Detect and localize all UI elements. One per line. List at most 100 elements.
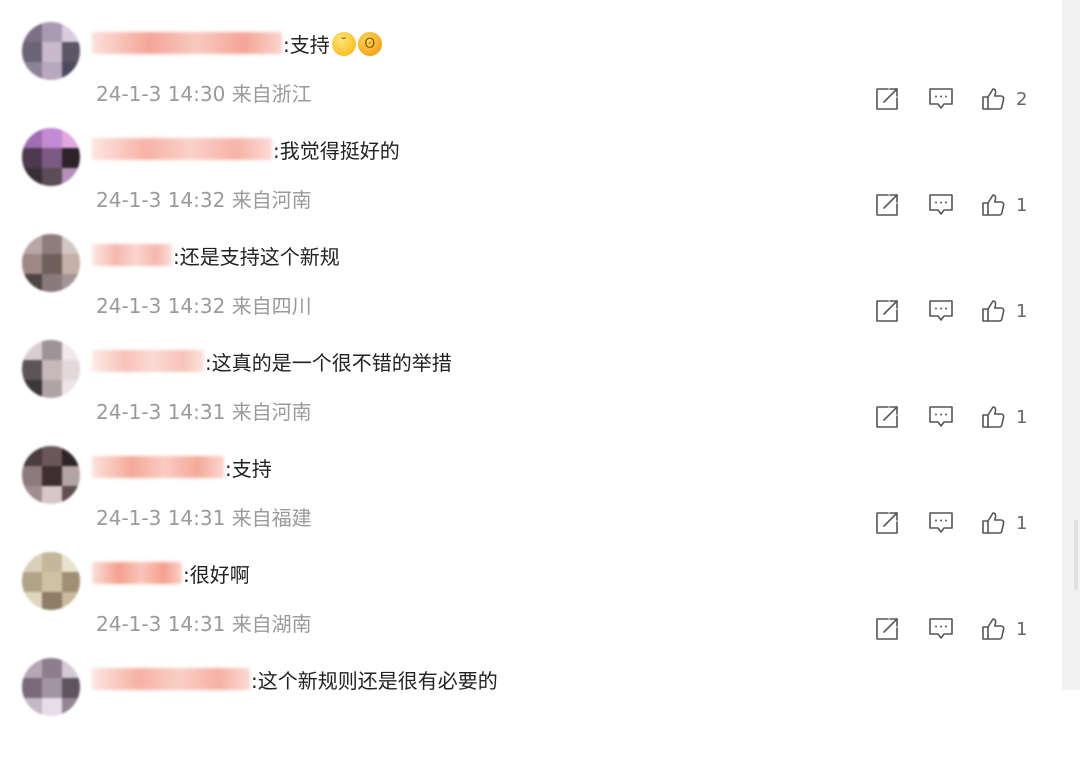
avatar-pixel bbox=[42, 360, 62, 380]
comment-text: :还是支持这个新规 bbox=[173, 244, 340, 269]
comment-location: 来自浙江 bbox=[231, 82, 312, 106]
avatar-pixel bbox=[62, 466, 80, 486]
avatar-pixel bbox=[42, 658, 62, 678]
avatar-pixel bbox=[42, 446, 62, 466]
comment-text: :我觉得挺好的 bbox=[273, 138, 400, 163]
comment-timestamp: 24-1-3 14:32 bbox=[96, 188, 226, 212]
comment-timestamp: 24-1-3 14:32 bbox=[96, 294, 226, 318]
avatar[interactable] bbox=[22, 552, 80, 610]
username-redacted[interactable] bbox=[92, 32, 282, 54]
avatar-pixel bbox=[22, 486, 42, 504]
avatar-pixel bbox=[62, 168, 80, 186]
comment-text: :这真的是一个很不错的举措 bbox=[205, 350, 452, 375]
like-count: 1 bbox=[1016, 194, 1028, 216]
reply-icon[interactable] bbox=[924, 506, 958, 540]
username-redacted[interactable] bbox=[92, 138, 272, 160]
reply-icon[interactable] bbox=[924, 188, 958, 222]
avatar-pixel bbox=[62, 592, 80, 610]
comment-item: :还是支持这个新规 24-1-3 14:32 来自四川 1 bbox=[0, 234, 1062, 340]
comment-timestamp: 24-1-3 14:30 bbox=[96, 82, 226, 106]
avatar[interactable] bbox=[22, 340, 80, 398]
avatar-pixel bbox=[22, 274, 42, 292]
comment-location: 来自福建 bbox=[231, 506, 312, 530]
username-redacted[interactable] bbox=[92, 244, 172, 266]
avatar-pixel bbox=[62, 22, 80, 42]
avatar[interactable] bbox=[22, 22, 80, 80]
username-redacted[interactable] bbox=[92, 350, 204, 372]
avatar-pixel bbox=[42, 592, 62, 610]
comment-timestamp: 24-1-3 14:31 bbox=[96, 506, 226, 530]
comment-item: :支持 24-1-3 14:31 来自福建 1 bbox=[0, 446, 1062, 552]
share-icon[interactable] bbox=[870, 612, 904, 646]
like-count: 1 bbox=[1016, 618, 1028, 640]
avatar-pixel bbox=[62, 678, 80, 698]
comment-meta: 24-1-3 14:31 来自湖南 bbox=[96, 608, 312, 637]
like-icon[interactable] bbox=[976, 188, 1010, 222]
comment-item: :很好啊 24-1-3 14:31 来自湖南 1 bbox=[0, 552, 1062, 658]
avatar-pixel bbox=[42, 254, 62, 274]
comment-content: :还是支持这个新规 bbox=[92, 240, 340, 270]
avatar[interactable] bbox=[22, 446, 80, 504]
comment-actions: 2 bbox=[870, 82, 1028, 116]
comment-meta: 24-1-3 14:30 来自浙江 bbox=[96, 78, 312, 107]
comment-location: 来自河南 bbox=[231, 188, 312, 212]
comment-item: :我觉得挺好的 24-1-3 14:32 来自河南 1 bbox=[0, 128, 1062, 234]
comment-meta: 24-1-3 14:31 来自福建 bbox=[96, 502, 312, 531]
avatar-pixel bbox=[42, 274, 62, 292]
avatar[interactable] bbox=[22, 234, 80, 292]
avatar[interactable] bbox=[22, 658, 80, 716]
avatar-pixel bbox=[22, 678, 42, 698]
avatar-pixel bbox=[22, 340, 42, 360]
share-icon[interactable] bbox=[870, 294, 904, 328]
avatar[interactable] bbox=[22, 128, 80, 186]
flushed-face-emoji: ˘ bbox=[331, 32, 356, 56]
comment-content: :这真的是一个很不错的举措 bbox=[92, 346, 452, 376]
avatar-pixel bbox=[42, 380, 62, 398]
comment-text: :很好啊 bbox=[183, 562, 250, 587]
avatar-pixel bbox=[22, 572, 42, 592]
like-icon[interactable] bbox=[976, 82, 1010, 116]
avatar-pixel bbox=[22, 466, 42, 486]
share-icon[interactable] bbox=[870, 188, 904, 222]
reply-icon[interactable] bbox=[924, 294, 958, 328]
comment-meta: 24-1-3 14:32 来自四川 bbox=[96, 290, 312, 319]
comment-content: :支持 ˘ ʘ bbox=[92, 28, 382, 58]
comment-location: 来自河南 bbox=[231, 400, 312, 424]
username-redacted[interactable] bbox=[92, 562, 182, 584]
avatar-pixel bbox=[62, 486, 80, 504]
scrollbar-thumb[interactable] bbox=[1074, 520, 1078, 590]
like-icon[interactable] bbox=[976, 506, 1010, 540]
avatar-pixel bbox=[22, 254, 42, 274]
avatar-pixel bbox=[62, 380, 80, 398]
reply-icon[interactable] bbox=[924, 400, 958, 434]
avatar-pixel bbox=[42, 552, 62, 572]
comment-location: 来自四川 bbox=[231, 294, 312, 318]
share-icon[interactable] bbox=[870, 82, 904, 116]
avatar-pixel bbox=[22, 592, 42, 610]
like-count: 1 bbox=[1016, 512, 1028, 534]
share-icon[interactable] bbox=[870, 400, 904, 434]
username-redacted[interactable] bbox=[92, 456, 224, 478]
like-icon[interactable] bbox=[976, 400, 1010, 434]
comment-content: :很好啊 bbox=[92, 558, 250, 588]
avatar-pixel bbox=[22, 22, 42, 42]
share-icon[interactable] bbox=[870, 506, 904, 540]
avatar-pixel bbox=[62, 128, 80, 148]
like-count: 1 bbox=[1016, 300, 1028, 322]
username-redacted[interactable] bbox=[92, 668, 250, 690]
avatar-pixel bbox=[62, 340, 80, 360]
like-icon[interactable] bbox=[976, 294, 1010, 328]
like-icon[interactable] bbox=[976, 612, 1010, 646]
like-count: 2 bbox=[1016, 88, 1028, 110]
comment-timestamp: 24-1-3 14:31 bbox=[96, 612, 226, 636]
avatar-pixel bbox=[62, 42, 80, 62]
avatar-pixel bbox=[62, 552, 80, 572]
reply-icon[interactable] bbox=[924, 612, 958, 646]
avatar-pixel bbox=[22, 42, 42, 62]
avatar-pixel bbox=[62, 446, 80, 466]
comment-item: :这真的是一个很不错的举措 24-1-3 14:31 来自河南 1 bbox=[0, 340, 1062, 446]
avatar-pixel bbox=[62, 274, 80, 292]
reply-icon[interactable] bbox=[924, 82, 958, 116]
avatar-pixel bbox=[62, 658, 80, 678]
avatar-pixel bbox=[62, 698, 80, 716]
